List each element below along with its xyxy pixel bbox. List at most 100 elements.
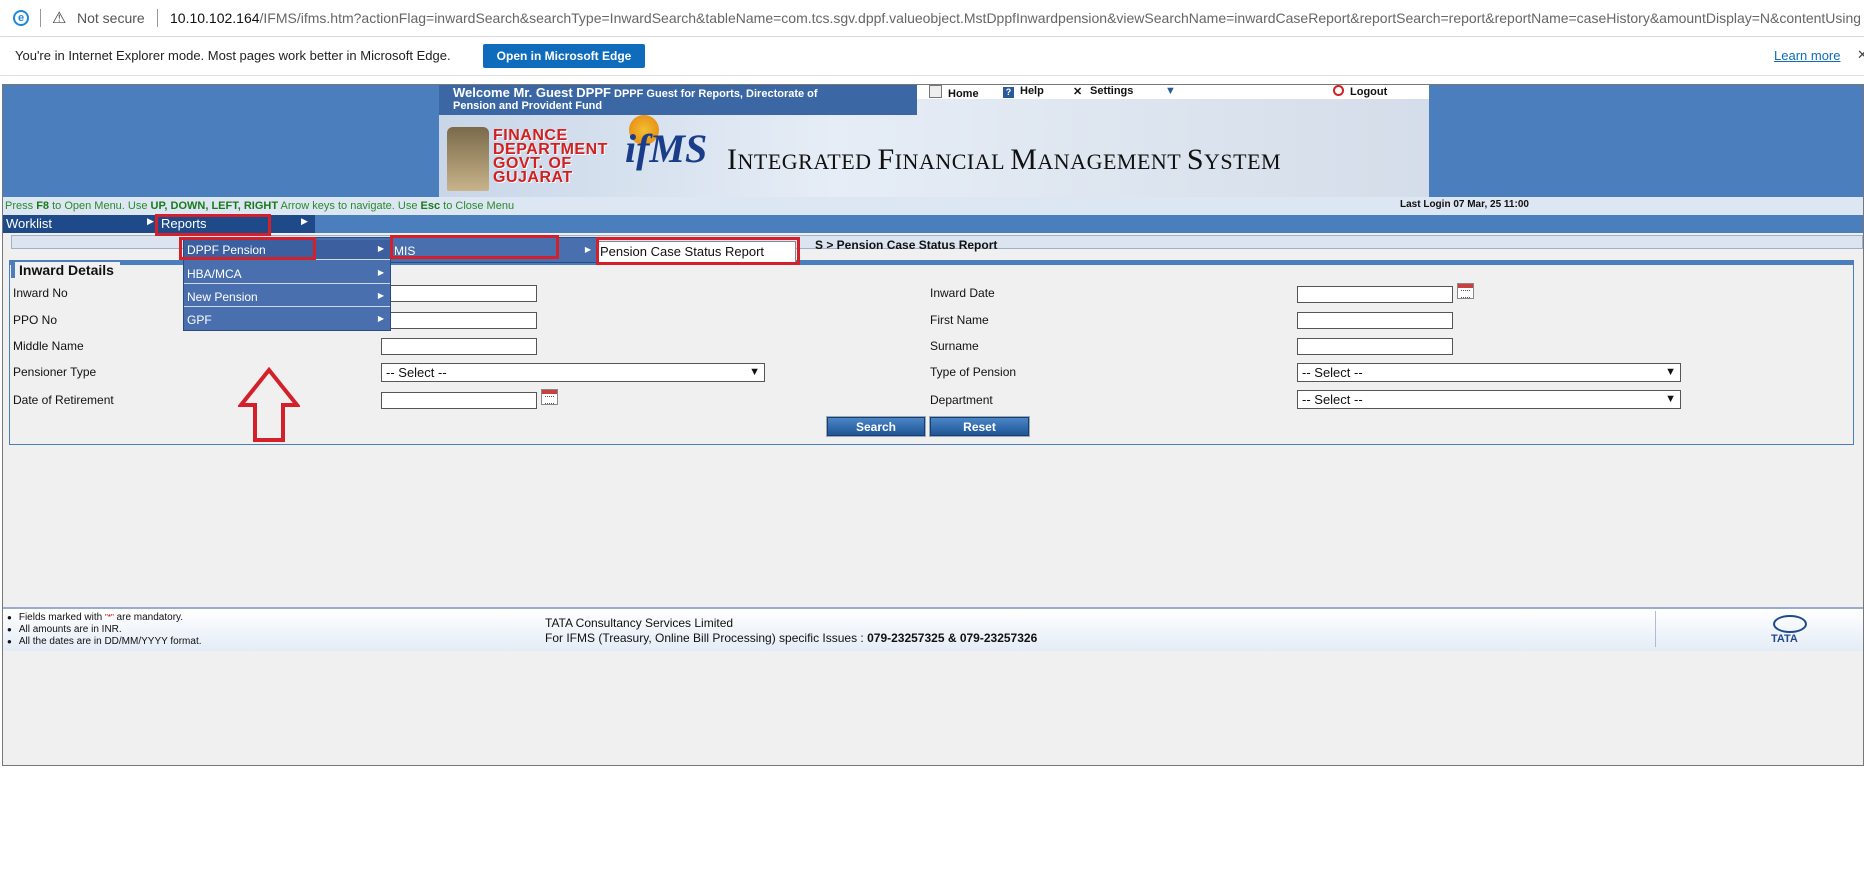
divider	[157, 9, 158, 27]
ppo-no-label: PPO No	[13, 313, 58, 327]
last-login: Last Login 07 Mar, 25 11:00	[1400, 199, 1529, 210]
help-label: Help	[1020, 85, 1044, 97]
security-status[interactable]: Not secure	[77, 10, 145, 26]
footer-note: Fields marked with "*" are mandatory.	[7, 612, 183, 623]
ie-mode-message: You're in Internet Explorer mode. Most p…	[15, 48, 451, 63]
ifms-logo: ifMS	[625, 126, 708, 171]
top-links: Home ? Help ✕ Settings ▼ Logout	[917, 85, 1429, 100]
date-of-retirement-input[interactable]	[381, 392, 537, 409]
panel-title: Inward Details	[11, 262, 120, 278]
tata-logo-icon	[1773, 615, 1807, 633]
tata-brand: TATA	[1771, 633, 1798, 645]
home-icon	[929, 85, 942, 98]
middle-name-label: Middle Name	[13, 339, 84, 353]
inward-no-input[interactable]	[381, 285, 537, 302]
first-name-input[interactable]	[1297, 312, 1453, 329]
select-value: -- Select --	[1302, 365, 1363, 380]
submenu-arrow-icon: ▶	[377, 268, 384, 277]
ppo-no-input[interactable]	[381, 312, 537, 329]
home-label: Home	[948, 88, 979, 100]
footer-note: All amounts are in INR.	[7, 624, 122, 635]
department-label: Department	[930, 393, 993, 407]
chevron-down-icon: ▼	[1665, 366, 1676, 378]
inward-date-input[interactable]	[1297, 286, 1453, 303]
menu-item-hba-mca[interactable]: HBA/MCA ▶	[184, 264, 390, 284]
surname-input[interactable]	[1297, 338, 1453, 355]
support-phones: 079-23257325 & 079-23257326	[867, 631, 1038, 645]
menu-item-gpf[interactable]: GPF ▶	[184, 310, 390, 330]
worklist-arrow-icon: ▶	[147, 216, 154, 226]
chevron-down-icon: ▼	[749, 366, 760, 378]
filter-icon[interactable]: ▼	[1165, 85, 1176, 97]
search-button[interactable]: Search	[826, 416, 926, 437]
settings-icon: ✕	[1073, 86, 1083, 98]
welcome-role: DPPF Guest for Reports, Directorate of	[614, 88, 818, 100]
highlight-box	[155, 214, 271, 236]
warning-icon[interactable]: ⚠	[52, 8, 66, 28]
up-arrow-annotation-icon	[238, 367, 300, 442]
select-value: -- Select --	[386, 365, 447, 380]
submenu-arrow-icon: ▶	[377, 244, 384, 253]
page-footer: Fields marked with "*" are mandatory. Al…	[3, 607, 1863, 651]
inward-no-label: Inward No	[13, 286, 68, 300]
state-emblem-icon	[447, 127, 489, 191]
system-name-part: NTEGRATED	[737, 149, 878, 174]
power-icon	[1333, 85, 1344, 96]
ie-mode-infobar: You're in Internet Explorer mode. Most p…	[0, 37, 1864, 76]
middle-name-input[interactable]	[381, 338, 537, 355]
system-name-part: I	[727, 143, 738, 176]
reset-button[interactable]: Reset	[929, 416, 1030, 437]
learn-more-link[interactable]: Learn more	[1774, 48, 1840, 63]
chevron-down-icon: ▼	[1665, 393, 1676, 405]
footer-support: For IFMS (Treasury, Online Bill Processi…	[545, 631, 1038, 645]
submenu-arrow-icon: ▶	[377, 314, 384, 323]
system-name-part: YSTEM	[1204, 149, 1282, 174]
help-link[interactable]: ? Help	[1003, 85, 1044, 98]
mandatory-mark: "*"	[104, 613, 114, 622]
open-in-edge-button[interactable]: Open in Microsoft Edge	[483, 44, 645, 68]
type-of-pension-select[interactable]: -- Select -- ▼	[1297, 363, 1681, 382]
surname-label: Surname	[930, 339, 979, 353]
highlight-box	[179, 237, 316, 260]
ie-mode-icon[interactable]: e	[13, 10, 29, 26]
pensioner-type-select[interactable]: -- Select -- ▼	[381, 363, 765, 382]
welcome-panel: Welcome Mr. Guest DPPF DPPF Guest for Re…	[439, 85, 917, 115]
welcome-dept: Pension and Provident Fund	[453, 100, 603, 112]
system-name-part: M	[1010, 143, 1038, 176]
keyboard-hint-bar: Press F8 to Open Menu. Use UP, DOWN, LEF…	[3, 197, 1863, 215]
dept-name: FINANCE DEPARTMENT GOVT. OF GUJARAT	[493, 128, 608, 186]
settings-link[interactable]: ✕ Settings	[1073, 85, 1133, 98]
highlight-box	[390, 235, 559, 259]
divider	[40, 9, 41, 27]
footer-note: All the dates are in DD/MM/YYYY format.	[7, 636, 202, 647]
inward-date-label: Inward Date	[930, 286, 995, 300]
select-value: -- Select --	[1302, 392, 1363, 407]
url-host: 10.10.102.164	[170, 10, 260, 26]
type-of-pension-label: Type of Pension	[930, 365, 1017, 379]
calendar-icon[interactable]	[541, 389, 558, 405]
menu-worklist[interactable]: Worklist	[6, 216, 52, 231]
url-text[interactable]: 10.10.102.164/IFMS/ifms.htm?actionFlag=i…	[170, 10, 1860, 26]
breadcrumb: S > Pension Case Status Report	[815, 238, 998, 252]
highlight-box	[596, 237, 800, 265]
system-name: INTEGRATED FINANCIAL MANAGEMENT SYSTEM	[727, 143, 1281, 177]
submenu-arrow-icon: ▶	[377, 291, 384, 300]
url-path: /IFMS/ifms.htm?actionFlag=inwardSearch&s…	[259, 10, 1860, 26]
welcome-user: Welcome Mr. Guest DPPF	[453, 85, 611, 100]
department-select[interactable]: -- Select -- ▼	[1297, 390, 1681, 409]
close-icon[interactable]: ✕	[1857, 47, 1864, 63]
pensioner-type-label: Pensioner Type	[13, 365, 97, 379]
logout-label: Logout	[1350, 86, 1388, 98]
help-icon: ?	[1003, 87, 1014, 98]
browser-address-bar[interactable]: e ⚠ Not secure 10.10.102.164/IFMS/ifms.h…	[0, 0, 1864, 37]
first-name-label: First Name	[930, 313, 989, 327]
home-link[interactable]: Home	[929, 85, 979, 100]
system-name-part: ANAGEMENT	[1037, 149, 1187, 174]
menu-item-new-pension[interactable]: New Pension ▶	[184, 287, 390, 307]
reports-arrow-icon: ▶	[301, 216, 308, 226]
calendar-icon[interactable]	[1457, 283, 1474, 299]
system-name-part: F	[877, 143, 895, 176]
menu-bar: Worklist ▶ Reports ▶	[3, 215, 1863, 233]
logout-link[interactable]: Logout	[1333, 85, 1387, 98]
system-name-part: S	[1186, 143, 1205, 176]
